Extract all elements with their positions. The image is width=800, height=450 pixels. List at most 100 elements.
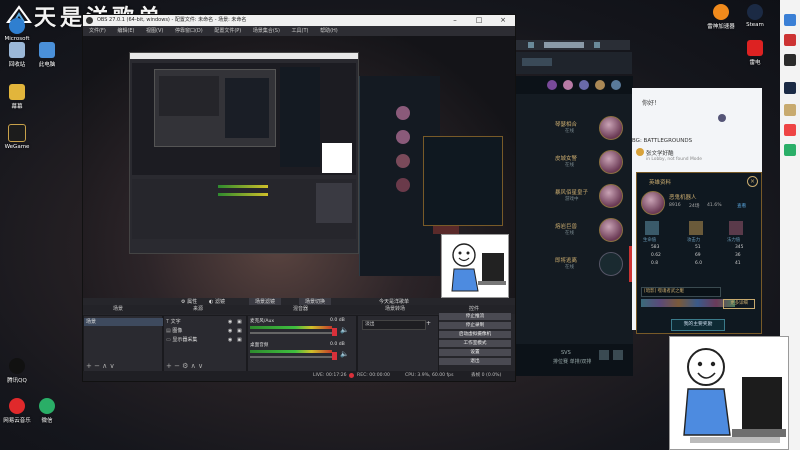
close-icon[interactable]: × xyxy=(747,176,758,187)
friend-avatar xyxy=(599,150,623,174)
maximize-icon[interactable]: □ xyxy=(467,15,491,26)
nested-deeper xyxy=(159,76,219,116)
desktop-icon-wechat[interactable]: 微信 xyxy=(30,398,64,424)
virtual-camera-button[interactable]: 启动虚拟摄像机 xyxy=(439,331,511,338)
edge-icon xyxy=(9,18,25,34)
rewards-button[interactable]: 我的主要奖励 xyxy=(671,319,725,331)
settings-icon[interactable] xyxy=(594,42,600,48)
lol-subbar xyxy=(514,52,632,74)
menu-tools[interactable]: 工具(T) xyxy=(292,28,309,34)
scene-item[interactable]: 场景 xyxy=(84,318,164,326)
source-item[interactable]: T 文字 ◉ ▣ xyxy=(166,318,244,326)
taskbar-app-icon[interactable] xyxy=(784,34,796,46)
icon-d xyxy=(595,80,605,90)
lock-icon: ▣ xyxy=(237,319,242,325)
taskbar-wechat-icon[interactable] xyxy=(784,144,796,156)
menu-file[interactable]: 文件(F) xyxy=(89,28,106,34)
taskbar-lol-icon[interactable] xyxy=(784,104,796,116)
chat-icon[interactable] xyxy=(599,350,609,360)
desktop-icon-steam[interactable]: Steam xyxy=(738,4,772,28)
desktop-fader-knob[interactable] xyxy=(332,352,337,360)
desktop-icon-recycle[interactable]: 回收站 xyxy=(0,42,34,68)
emulator-icon xyxy=(747,40,763,56)
friend-avatar xyxy=(599,184,623,208)
sources-dock: T 文字 ◉ ▣ ▤ 图像 ◉ ▣ ▭ 显示器采集 ◉ ▣ + − ⚙ ∧ ∨ xyxy=(163,315,247,373)
obs-window: OBS 27.0.1 (64-bit, windows) - 配置文件: 未命名… xyxy=(82,14,516,382)
desktop-icon-qq[interactable]: 腾讯QQ xyxy=(0,358,34,384)
nested-cartoon xyxy=(322,143,352,173)
obs-preview[interactable] xyxy=(83,36,515,298)
menu-help[interactable]: 帮助(H) xyxy=(320,28,338,34)
item-icons-row xyxy=(641,299,735,307)
source-item[interactable]: ▤ 图像 ◉ ▣ xyxy=(166,327,244,335)
desktop-slider[interactable] xyxy=(250,356,334,358)
icon-c xyxy=(579,80,589,90)
friend-row[interactable]: 熔岩巨兽 在线 xyxy=(515,216,633,242)
rec-dot-icon xyxy=(349,373,354,378)
menu-profile[interactable]: 配置文件(P) xyxy=(214,28,241,34)
nested-docks xyxy=(132,179,356,239)
player-avatar xyxy=(636,148,644,156)
mic-slider[interactable] xyxy=(250,332,334,334)
add-transition-icon[interactable]: + xyxy=(426,320,431,327)
nested-titlebar xyxy=(130,53,358,59)
lol-window-bar xyxy=(514,40,630,50)
speaker-icon[interactable]: 🔈 xyxy=(340,326,349,334)
menu-edit[interactable]: 编辑(E) xyxy=(117,28,134,34)
menu-docks[interactable]: 停靠窗口(D) xyxy=(175,28,203,34)
nested-lol xyxy=(225,78,269,138)
source-toolbar: ⚙ 属性 ◐ 滤镜 场景滤镜 场景切换 今天是洋歌单 xyxy=(163,298,513,306)
menu-view[interactable]: 视图(V) xyxy=(146,28,163,34)
recycle-bin-icon xyxy=(9,42,25,58)
taskbar-chrome-icon[interactable] xyxy=(784,14,796,26)
friend-row[interactable]: 琴瑟相合 在线 xyxy=(515,114,633,140)
icon-e xyxy=(611,80,621,90)
minimize-icon[interactable]: – xyxy=(443,15,467,26)
skill-icon xyxy=(645,221,659,235)
rune-select[interactable]: [暗影] 噬魂者武之躯 xyxy=(641,287,721,297)
friend-row[interactable]: 暴风佰星皇子 游戏中 xyxy=(515,182,633,208)
desktop-icon-folder[interactable]: 幕幕 xyxy=(0,84,34,110)
tab-strip[interactable] xyxy=(544,42,584,48)
more-details-button[interactable]: 更多详细 xyxy=(723,299,755,309)
transition-select[interactable]: 淡出 xyxy=(362,320,426,330)
mic-meter xyxy=(250,326,332,329)
gear-icon[interactable] xyxy=(718,114,726,122)
desktop-meter xyxy=(250,350,332,353)
skill-icon xyxy=(729,221,743,235)
close-icon[interactable]: × xyxy=(491,15,515,26)
mixer-dock: 麦克风/Aux 0.0 dB 🔈 桌面音频 0.0 dB 🔈 xyxy=(247,315,357,373)
steam-icon xyxy=(747,4,763,20)
speaker-icon[interactable]: 🔈 xyxy=(340,350,349,358)
studio-mode-button[interactable]: 工作室模式 xyxy=(439,340,511,347)
taskbar-obs-icon[interactable] xyxy=(784,54,796,66)
search-field[interactable] xyxy=(522,58,552,66)
mic-fader-knob[interactable] xyxy=(332,328,337,336)
stop-streaming-button[interactable]: 停止推流 xyxy=(439,313,511,320)
friend-row[interactable]: 皮城女警 在线 xyxy=(515,148,633,174)
mail-icon[interactable] xyxy=(613,350,623,360)
source-add-icon[interactable]: + − ⚙ ∧ ∨ xyxy=(166,362,203,370)
nested-profile-card xyxy=(423,136,503,226)
taskbar-music-icon[interactable] xyxy=(784,124,796,136)
friend-row[interactable]: 即将逃离 在线 xyxy=(515,250,633,276)
exit-button[interactable]: 退出 xyxy=(439,358,511,365)
desktop-icon-ld[interactable]: 雷电 xyxy=(738,40,772,66)
nested-meter xyxy=(218,193,268,196)
desktop-icon-this-pc[interactable]: 此电脑 xyxy=(30,42,64,68)
scene-add-icon[interactable]: + − ∧ ∨ xyxy=(86,362,115,370)
source-item[interactable]: ▭ 显示器采集 ◉ ▣ xyxy=(166,336,244,344)
taskbar-steam-icon[interactable] xyxy=(784,82,796,94)
home-icon[interactable] xyxy=(528,42,534,48)
friends-footer: SVS 排位赛 单排/双排 xyxy=(515,344,633,376)
qq-penguin-icon xyxy=(9,358,25,374)
desktop-icon-netease[interactable]: 网易云音乐 xyxy=(0,398,34,424)
desktop-icon-thunder-accel[interactable]: 雷神加速器 xyxy=(704,4,738,30)
lock-icon: ▣ xyxy=(237,337,242,343)
netease-music-icon xyxy=(9,398,25,414)
eye-icon: ◉ xyxy=(228,337,233,343)
desktop-icon-wegame[interactable]: WeGame xyxy=(0,124,34,150)
menu-scene-collection[interactable]: 场景集合(S) xyxy=(253,28,280,34)
settings-button[interactable]: 设置 xyxy=(439,349,511,356)
stop-recording-button[interactable]: 停止录制 xyxy=(439,322,511,329)
